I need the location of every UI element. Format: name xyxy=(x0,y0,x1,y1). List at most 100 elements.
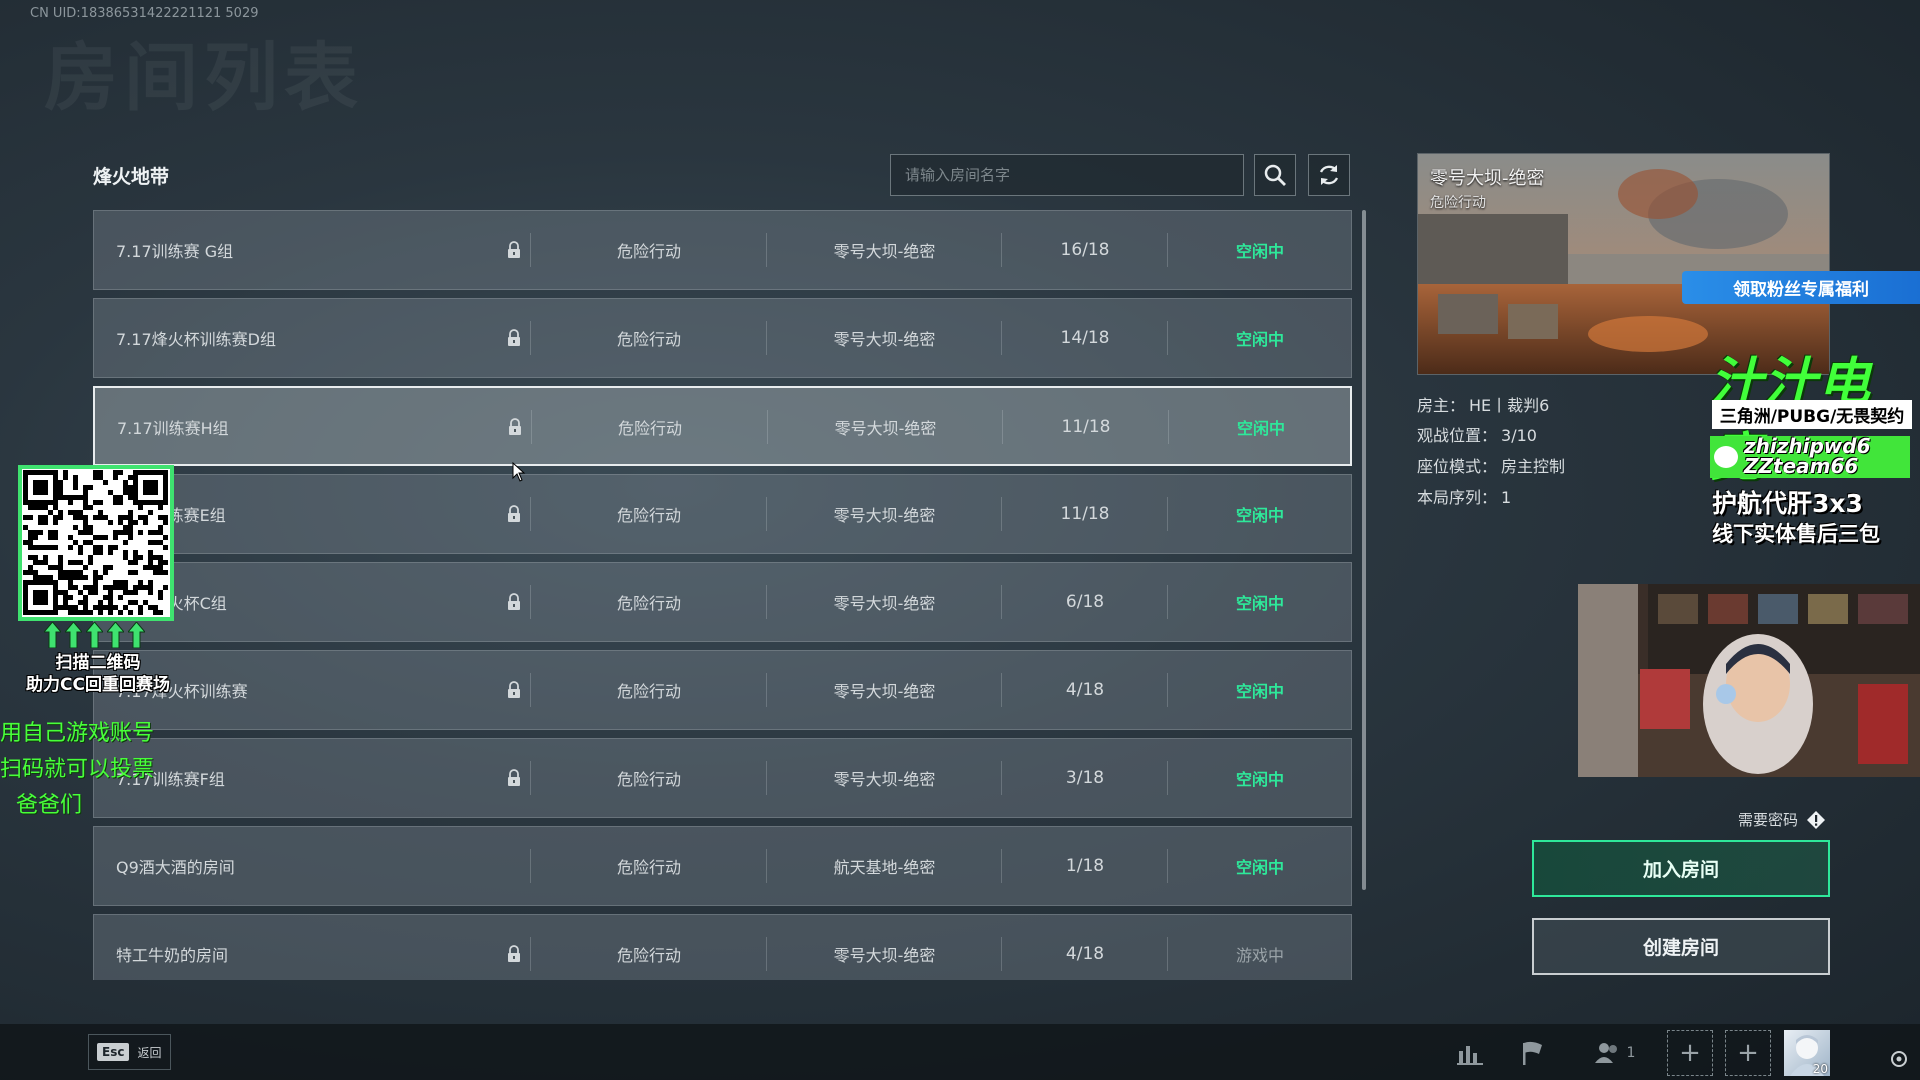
create-room-button[interactable]: 创建房间 xyxy=(1532,918,1830,975)
room-players: 4/18 xyxy=(1065,944,1105,964)
room-mode: 危险行动 xyxy=(617,419,682,438)
room-map: 零号大坝-绝密 xyxy=(834,419,937,438)
stats-button[interactable] xyxy=(1453,1036,1487,1070)
room-mode: 危险行动 xyxy=(616,858,681,877)
room-mode: 危险行动 xyxy=(616,946,681,965)
room-mode: 危险行动 xyxy=(616,330,681,349)
arrow-up-icon xyxy=(107,622,124,648)
preview-map-name: 零号大坝-绝密 xyxy=(1430,168,1545,189)
promo-games: 三角洲/PUBG/无畏契约 xyxy=(1712,400,1912,429)
room-map: 航天基地-绝密 xyxy=(833,858,936,877)
room-row[interactable]: Q9酒大酒的房间 危险行动 航天基地-绝密 1/18 空闲中 xyxy=(93,826,1352,906)
fan-benefit-banner[interactable]: 领取粉丝专属福利 xyxy=(1682,271,1920,304)
room-row[interactable]: 7.17训练赛F组 危险行动 零号大坝-绝密 3/18 空闲中 xyxy=(93,738,1352,818)
preview-mode-name: 危险行动 xyxy=(1430,195,1486,211)
room-name: 7.17训练赛 G组 xyxy=(116,242,234,261)
room-mode: 危险行动 xyxy=(616,594,681,613)
room-map: 零号大坝-绝密 xyxy=(833,770,936,789)
room-map: 零号大坝-绝密 xyxy=(833,506,936,525)
search-button[interactable] xyxy=(1254,154,1296,196)
lock-icon xyxy=(499,739,529,817)
arrow-up-icon xyxy=(86,622,103,648)
lock-icon xyxy=(499,915,529,980)
room-mode: 危险行动 xyxy=(616,770,681,789)
room-status: 空闲中 xyxy=(1235,682,1284,701)
room-status: 空闲中 xyxy=(1236,419,1285,438)
search-icon xyxy=(1264,164,1286,186)
settings-corner-button[interactable] xyxy=(1886,1046,1912,1072)
lock-icon xyxy=(500,388,530,466)
room-row[interactable]: 7.17烽火杯训练赛 危险行动 零号大坝-绝密 4/18 空闲中 xyxy=(93,650,1352,730)
green-caption-1: 用自己游戏账号 xyxy=(0,721,155,746)
info-sequence: 本局序列： 1 xyxy=(1417,484,1511,508)
esc-key: Esc xyxy=(97,1043,130,1061)
mouse-cursor-icon xyxy=(512,462,526,482)
lock-icon xyxy=(499,651,529,729)
room-players: 11/18 xyxy=(1060,504,1110,524)
room-map: 零号大坝-绝密 xyxy=(833,242,936,261)
room-row[interactable]: 7.17训练赛H组 危险行动 零号大坝-绝密 11/18 空闲中 xyxy=(93,386,1352,466)
promo-line-1: 护航代肝3x3 xyxy=(1712,489,1863,518)
green-caption-3: 爸爸们 xyxy=(16,793,83,818)
friends-icon xyxy=(1594,1043,1617,1063)
invite-slot-1[interactable]: + xyxy=(1667,1030,1713,1076)
player-avatar[interactable]: 20 xyxy=(1784,1030,1830,1076)
room-name: 7.17训练赛F组 xyxy=(116,770,225,789)
room-players: 4/18 xyxy=(1065,680,1105,700)
room-name: Q9酒大酒的房间 xyxy=(116,858,235,877)
room-map: 零号大坝-绝密 xyxy=(833,594,936,613)
info-seat-mode-label: 座位模式： xyxy=(1417,457,1498,476)
room-players: 16/18 xyxy=(1060,240,1110,260)
room-status: 空闲中 xyxy=(1235,242,1284,261)
invite-slot-2[interactable]: + xyxy=(1725,1030,1771,1076)
flag-button[interactable] xyxy=(1516,1036,1550,1070)
room-list-scrollbar[interactable] xyxy=(1362,210,1366,890)
room-status: 空闲中 xyxy=(1235,770,1284,789)
join-room-button[interactable]: 加入房间 xyxy=(1532,840,1830,897)
room-status: 空闲中 xyxy=(1235,858,1284,877)
room-name: 特工牛奶的房间 xyxy=(116,946,229,965)
lock-icon xyxy=(499,211,529,289)
friends-button[interactable]: 1 xyxy=(1590,1036,1640,1070)
room-players: 14/18 xyxy=(1060,328,1110,348)
info-spectator: 观战位置： 3/10 xyxy=(1417,422,1537,446)
search-input[interactable] xyxy=(890,154,1244,196)
plus-icon: + xyxy=(1737,1038,1759,1068)
section-title: 烽火地带 xyxy=(93,166,170,188)
arrow-up-icon xyxy=(65,622,82,648)
room-row[interactable]: 7.17烽火杯C组危险行动零号大坝-绝密6/18空闲中 xyxy=(93,562,1352,642)
room-status: 空闲中 xyxy=(1235,594,1284,613)
qr-code-image xyxy=(23,470,168,615)
room-status: 空闲中 xyxy=(1235,330,1284,349)
info-spectator-value: 3/10 xyxy=(1501,426,1537,445)
info-host: 房主： HE丨裁判6 xyxy=(1417,392,1549,416)
promo-wechat: zhizhipwd6 ZZteam66 xyxy=(1710,436,1910,478)
room-row[interactable]: 特工牛奶的房间 危险行动 零号大坝-绝密 4/18 游戏中 xyxy=(93,914,1352,980)
arrow-up-icon xyxy=(44,622,61,648)
bar-chart-icon xyxy=(1457,1046,1483,1065)
room-players: 6/18 xyxy=(1065,592,1105,612)
lock-icon xyxy=(499,475,529,553)
arrow-up-icon xyxy=(128,622,145,648)
refresh-button[interactable] xyxy=(1308,154,1350,196)
wechat-icon xyxy=(1714,446,1738,468)
webcam-image xyxy=(1578,584,1920,777)
room-players: 1/18 xyxy=(1065,856,1105,876)
room-players: 3/18 xyxy=(1065,768,1105,788)
room-mode: 危险行动 xyxy=(616,682,681,701)
refresh-icon xyxy=(1319,165,1339,185)
room-row[interactable]: 7.17训练赛 G组 危险行动 零号大坝-绝密 16/18 空闲中 xyxy=(93,210,1352,290)
green-caption-2: 扫码就可以投票 xyxy=(0,757,155,782)
promo-line-2: 线下实体售后三包 xyxy=(1712,522,1880,546)
scan-caption-2: 助力CC回重回赛场 xyxy=(26,675,170,695)
qr-code xyxy=(18,465,174,621)
info-spectator-label: 观战位置： xyxy=(1417,426,1498,445)
room-row[interactable]: 7.17训练赛E组危险行动零号大坝-绝密11/18空闲中 xyxy=(93,474,1352,554)
back-button[interactable]: Esc 返回 xyxy=(88,1034,171,1070)
room-row[interactable]: 7.17烽火杯训练赛D组 危险行动 零号大坝-绝密 14/18 空闲中 xyxy=(93,298,1352,378)
room-status: 游戏中 xyxy=(1235,946,1284,965)
password-required: 需要密码 xyxy=(1738,809,1826,830)
back-label: 返回 xyxy=(137,1045,162,1060)
room-name: 7.17训练赛H组 xyxy=(117,419,229,438)
promo-wechat-1: zhizhipwd6 xyxy=(1744,434,1871,458)
